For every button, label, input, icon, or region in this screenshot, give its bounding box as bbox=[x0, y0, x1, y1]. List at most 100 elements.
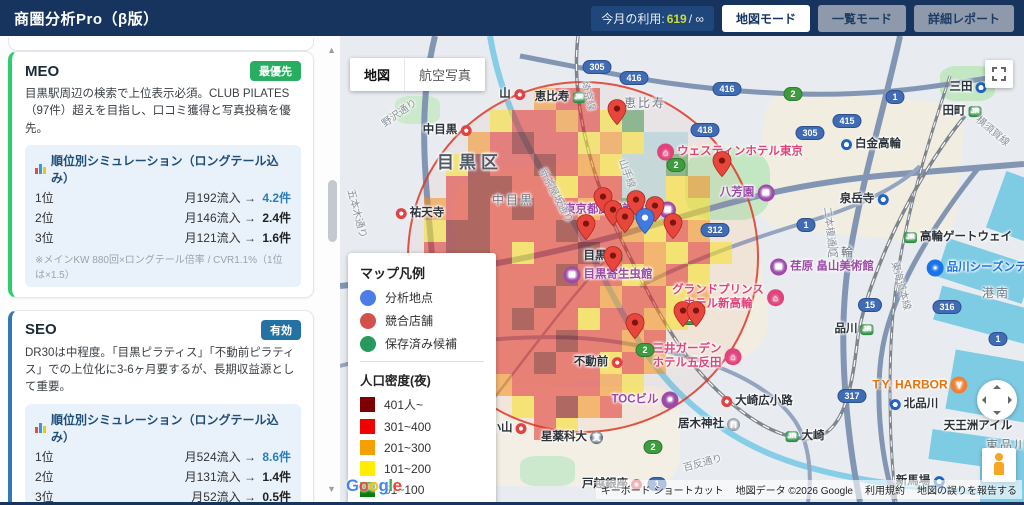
legend-density-label: 401人~ bbox=[384, 398, 424, 412]
legend-density-item: 401人~ bbox=[360, 396, 484, 413]
map-canvas[interactable]: 目黒区中目黒恵比寿港南高輪東品川山中目黒恵比寿JR祐天寺目黒JR不動前西小山小山… bbox=[340, 36, 1024, 502]
road-shield: 1 bbox=[885, 90, 905, 104]
poi-label: 三井ガーデン ホテル五反田 ⌂ bbox=[653, 343, 742, 371]
competitor-marker[interactable] bbox=[576, 214, 596, 246]
sim-row-label: 1位 bbox=[35, 190, 54, 205]
legend-density-item: 201~300 bbox=[360, 440, 484, 455]
scroll-down-icon[interactable]: ▼ bbox=[327, 484, 336, 494]
map-legend: マップ凡例 分析地点 競合店舗 保存済み候補 人口密度(夜) 401人~ 301~40… bbox=[348, 253, 496, 502]
google-logo[interactable]: Google bbox=[346, 476, 402, 496]
simulation-box: 順位別シミュレーション（ロングテール込み） 1位 月524流入 → 8.6件 2位 月1… bbox=[25, 403, 301, 503]
competitor-marker[interactable] bbox=[607, 99, 627, 131]
header-buttons: 地図モード 一覧モード 詳細レポート bbox=[721, 4, 1014, 32]
card-header: MEO 最優先 bbox=[25, 61, 301, 81]
competitor-marker[interactable] bbox=[663, 213, 683, 245]
road-shield: 2 bbox=[783, 87, 803, 101]
pegman-icon bbox=[994, 453, 1004, 475]
simulation-row: 2位 月146流入 → 2.4件 bbox=[35, 209, 291, 226]
status-badge: 最優先 bbox=[250, 61, 301, 81]
label-text: 恵比寿 bbox=[534, 91, 570, 104]
legend-item-label: 分析地点 bbox=[385, 291, 434, 305]
analysis-point-marker[interactable] bbox=[635, 208, 655, 240]
competitor-marker[interactable] bbox=[625, 313, 645, 345]
simulation-row: 1位 月524流入 → 8.6件 bbox=[35, 448, 291, 465]
fullscreen-icon bbox=[992, 67, 1006, 81]
legend-density-title: 人口密度(夜) bbox=[360, 374, 431, 388]
legend-marker-dot bbox=[360, 289, 376, 306]
simulation-title-text: 順位別シミュレーション（ロングテール込み） bbox=[51, 153, 279, 185]
partial-card-above bbox=[8, 38, 314, 51]
label-text: 品川 bbox=[834, 323, 858, 336]
station-label: 大崎広小路 bbox=[721, 395, 793, 409]
road-shield: 15 bbox=[857, 298, 883, 312]
map-attribution: キーボード ショートカット 地図データ ©2026 Google 利用規約 地図の誤り… bbox=[595, 480, 1022, 499]
sim-row-result: 1.4件 bbox=[262, 469, 291, 484]
metro-icon bbox=[877, 194, 889, 206]
road-shield: 416 bbox=[619, 71, 649, 85]
competitor-marker[interactable] bbox=[603, 246, 623, 278]
mode-button-詳細レポート[interactable]: 詳細レポート bbox=[913, 4, 1014, 32]
card-title: MEO bbox=[25, 62, 60, 80]
pan-right-icon bbox=[1008, 396, 1012, 404]
mode-button-一覧モード[interactable]: 一覧モード bbox=[817, 4, 906, 32]
sim-row-value: 月52流入 → 0.5件 bbox=[191, 489, 291, 503]
attribution-link[interactable]: 利用規約 bbox=[865, 482, 905, 497]
simulation-title: 順位別シミュレーション（ロングテール込み） bbox=[35, 411, 291, 445]
bar-chart-icon bbox=[35, 163, 46, 174]
sidebar-cards: MEO 最優先 目黒駅周辺の検索で上位表示必須。CLUB PILATES（97件）超… bbox=[8, 36, 314, 502]
legend-title: マップ凡例 bbox=[360, 266, 426, 281]
map-type-map[interactable]: 地図 bbox=[350, 58, 405, 91]
card-meo[interactable]: MEO 最優先 目黒駅周辺の検索で上位表示必須。CLUB PILATES（97件）超… bbox=[8, 51, 314, 298]
competitor-marker[interactable] bbox=[712, 151, 732, 183]
scroll-up-icon[interactable]: ▲ bbox=[327, 45, 336, 55]
usage-suffix: / ∞ bbox=[688, 11, 704, 26]
sim-row-label: 2位 bbox=[35, 469, 54, 484]
pan-down-icon bbox=[993, 411, 1001, 415]
fullscreen-button[interactable] bbox=[985, 60, 1013, 88]
road-shield: 416 bbox=[712, 82, 742, 96]
competitor-marker[interactable] bbox=[615, 207, 635, 239]
pan-up-icon bbox=[993, 385, 1001, 389]
mode-button-地図モード[interactable]: 地図モード bbox=[721, 4, 810, 32]
label-text: 三井ガーデン ホテル五反田 bbox=[652, 343, 722, 369]
simulation-row: 2位 月131流入 → 1.4件 bbox=[35, 468, 291, 485]
map-type-satellite[interactable]: 航空写真 bbox=[404, 58, 486, 91]
station-label: 三田 bbox=[950, 81, 987, 95]
road-shield: 316 bbox=[932, 300, 962, 314]
metro-icon bbox=[841, 139, 852, 151]
header-controls: 今月の利用: 619/ ∞ 地図モード 一覧モード 詳細レポート bbox=[591, 4, 1014, 32]
sim-row-value: 月131流入 → 1.4件 bbox=[184, 469, 291, 484]
area-label: 中目黒 bbox=[492, 193, 534, 207]
competitor-marker[interactable] bbox=[686, 301, 706, 333]
simulation-row: 3位 月52流入 → 0.5件 bbox=[35, 488, 291, 503]
label-text: 目黒区 bbox=[437, 152, 503, 172]
dot-red-icon bbox=[513, 89, 525, 101]
lock-icon: ● bbox=[926, 259, 944, 277]
road-shield: 305 bbox=[582, 60, 612, 74]
dot-red-icon bbox=[460, 125, 472, 137]
pan-control[interactable] bbox=[977, 380, 1017, 420]
google-logo-letter: e bbox=[392, 476, 402, 495]
label-text: 荏原 畠山美術館 bbox=[790, 260, 874, 273]
map-data-copyright: 地図データ ©2026 Google bbox=[735, 486, 853, 497]
station-label: 恵比寿 JR bbox=[535, 91, 586, 105]
attribution-link[interactable]: 地図の誤りを報告する bbox=[917, 482, 1017, 497]
sim-row-label: 1位 bbox=[35, 449, 54, 464]
legend-density-swatch bbox=[360, 461, 375, 476]
museum-icon: Ⅲ bbox=[757, 184, 775, 202]
card-seo[interactable]: SEO 有効 DR30は中程度。「目黒ピラティス」「不動前ピラティス」での上位化に3… bbox=[8, 309, 314, 503]
sidebar-scrollbar-thumb[interactable] bbox=[328, 180, 337, 242]
station-label: 居木神社 Π bbox=[678, 418, 740, 432]
label-text: 三田 bbox=[949, 81, 973, 94]
station-label: 中目黒 bbox=[423, 124, 472, 138]
jr-icon: JR bbox=[904, 232, 917, 244]
sim-row-label: 3位 bbox=[35, 230, 54, 245]
streetview-pegman-button[interactable] bbox=[982, 448, 1016, 482]
google-logo-letter: G bbox=[346, 476, 359, 495]
simulation-box: 順位別シミュレーション（ロングテール込み） 1位 月192流入 → 4.2件 2位 月1… bbox=[25, 144, 301, 287]
status-badge: 有効 bbox=[261, 319, 301, 340]
area-label: 港南 bbox=[982, 286, 1010, 300]
area-label: 恵比寿 bbox=[624, 96, 666, 110]
attribution-link[interactable]: キーボード ショートカット bbox=[601, 482, 724, 497]
label-text: 居木神社 bbox=[678, 418, 724, 431]
